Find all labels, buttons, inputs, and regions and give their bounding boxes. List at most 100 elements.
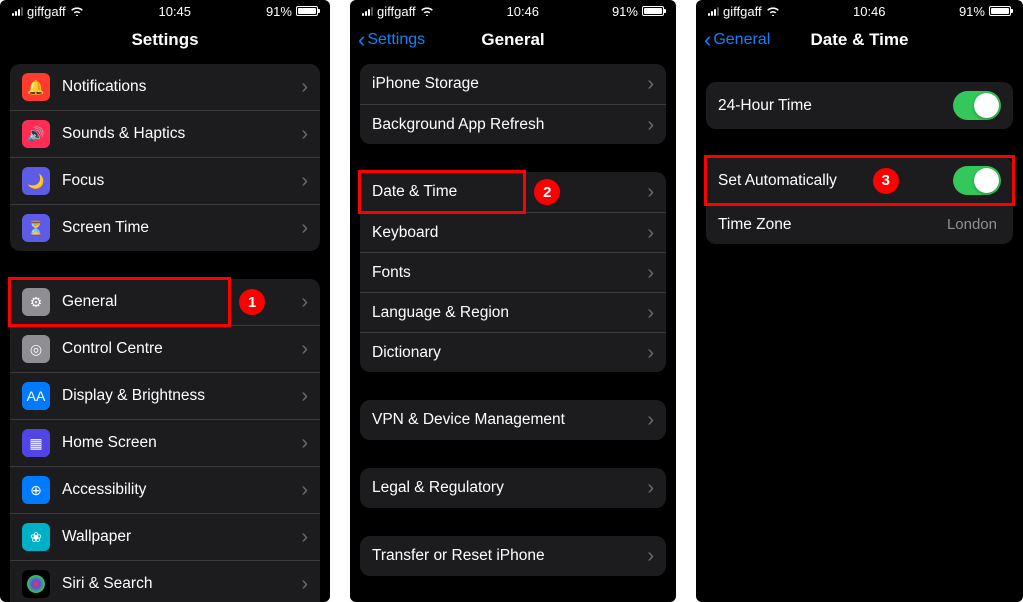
wifi-icon <box>766 6 780 16</box>
list-item-label: Set Automatically <box>718 172 953 190</box>
list-item-value: London <box>947 216 997 233</box>
chevron-right-icon: › <box>647 182 654 202</box>
toggle-switch[interactable] <box>953 91 1001 120</box>
chevron-right-icon: › <box>301 339 308 359</box>
title-bar: Settings <box>0 22 330 58</box>
status-bar: giffgaff 10:45 91% <box>0 0 330 22</box>
title-bar: ‹ General Date & Time <box>696 22 1023 58</box>
battery-icon <box>296 6 318 16</box>
status-time: 10:46 <box>853 4 886 19</box>
list-item[interactable]: 🌙Focus› <box>10 157 320 204</box>
list-item[interactable]: ⏳Screen Time› <box>10 204 320 251</box>
list-item-label: General <box>62 293 301 311</box>
list-item[interactable]: ❀ Wallpaper› <box>10 513 320 560</box>
list-item-label: iPhone Storage <box>372 75 647 93</box>
general-screen: giffgaff 10:46 91% ‹ Settings General iP… <box>350 0 676 602</box>
datetime-group-1: 24-Hour Time <box>706 82 1013 129</box>
chevron-right-icon: › <box>647 478 654 498</box>
general-group-3: VPN & Device Management› <box>360 400 666 440</box>
settings-screen: giffgaff 10:45 91% Settings 🔔Notificatio… <box>0 0 330 602</box>
list-item[interactable]: ⊕Accessibility› <box>10 466 320 513</box>
sounds-haptics-icon: 🔊 <box>22 120 50 148</box>
list-item-label: Focus <box>62 172 301 190</box>
list-item[interactable]: ⚙General› <box>10 279 320 325</box>
badge-3: 3 <box>882 172 890 189</box>
battery-icon <box>642 6 664 16</box>
chevron-right-icon: › <box>647 303 654 323</box>
chevron-right-icon: › <box>647 263 654 283</box>
list-item[interactable]: Date & Time› <box>360 172 666 212</box>
chevron-right-icon: › <box>301 386 308 406</box>
list-item[interactable]: Siri & Search› <box>10 560 320 602</box>
chevron-right-icon: › <box>301 292 308 312</box>
list-item[interactable]: 🔔Notifications› <box>10 64 320 110</box>
datetime-screen: giffgaff 10:46 91% ‹ General Date & Time… <box>696 0 1023 602</box>
home-screen-icon: ▦ <box>22 429 50 457</box>
list-item-label: Background App Refresh <box>372 116 647 134</box>
list-item-label: Home Screen <box>62 434 301 452</box>
settings-group-2: ⚙General›◎Control Centre›AADisplay & Bri… <box>10 279 320 602</box>
list-item[interactable]: Set Automatically <box>706 157 1013 204</box>
list-item[interactable]: Language & Region› <box>360 292 666 332</box>
back-button[interactable]: ‹ General <box>704 31 770 49</box>
list-item[interactable]: ◎Control Centre› <box>10 325 320 372</box>
list-item[interactable]: iPhone Storage› <box>360 64 666 104</box>
chevron-right-icon: › <box>647 74 654 94</box>
list-item[interactable]: 🔊Sounds & Haptics› <box>10 110 320 157</box>
list-item[interactable]: Fonts› <box>360 252 666 292</box>
list-item-label: Siri & Search <box>62 575 301 593</box>
list-item[interactable]: 24-Hour Time <box>706 82 1013 129</box>
status-bar: giffgaff 10:46 91% <box>696 0 1023 22</box>
display-brightness-icon: AA <box>22 382 50 410</box>
list-item[interactable]: Background App Refresh› <box>360 104 666 144</box>
list-item[interactable]: Dictionary› <box>360 332 666 372</box>
wallpaper-icon: ❀ <box>22 523 50 551</box>
chevron-right-icon: › <box>301 433 308 453</box>
focus-icon: 🌙 <box>22 167 50 195</box>
toggle-switch[interactable] <box>953 166 1001 195</box>
general-group-5: Transfer or Reset iPhone› <box>360 536 666 576</box>
list-item[interactable]: ▦ Home Screen› <box>10 419 320 466</box>
chevron-right-icon: › <box>647 410 654 430</box>
list-item-label: Transfer or Reset iPhone <box>372 547 647 565</box>
status-time: 10:46 <box>506 4 539 19</box>
list-item-label: Fonts <box>372 264 647 282</box>
list-item[interactable]: AADisplay & Brightness› <box>10 372 320 419</box>
list-item[interactable]: VPN & Device Management› <box>360 400 666 440</box>
list-item-label: Time Zone <box>718 216 947 234</box>
chevron-right-icon: › <box>301 574 308 594</box>
list-item-label: Language & Region <box>372 304 647 322</box>
list-item-label: Keyboard <box>372 224 647 242</box>
list-item-label: Sounds & Haptics <box>62 125 301 143</box>
general-group-2: Date & Time›Keyboard›Fonts›Language & Re… <box>360 172 666 372</box>
page-title: Date & Time <box>811 30 909 50</box>
list-item-label: Accessibility <box>62 481 301 499</box>
datetime-group-2: Set Automatically Time ZoneLondon <box>706 157 1013 244</box>
list-item[interactable]: Keyboard› <box>360 212 666 252</box>
siri-search-icon <box>22 570 50 598</box>
status-bar: giffgaff 10:46 91% <box>350 0 676 22</box>
back-label: General <box>713 31 770 49</box>
chevron-right-icon: › <box>301 527 308 547</box>
chevron-right-icon: › <box>647 343 654 363</box>
list-item-label: Dictionary <box>372 344 647 362</box>
back-button[interactable]: ‹ Settings <box>358 31 425 49</box>
carrier-name: giffgaff <box>723 4 762 19</box>
battery-icon <box>989 6 1011 16</box>
carrier-name: giffgaff <box>377 4 416 19</box>
list-item[interactable]: Legal & Regulatory› <box>360 468 666 508</box>
battery-percent: 91% <box>266 4 292 19</box>
screen-time-icon: ⏳ <box>22 214 50 242</box>
list-item[interactable]: Transfer or Reset iPhone› <box>360 536 666 576</box>
signal-icon <box>708 7 719 16</box>
list-item[interactable]: Time ZoneLondon <box>706 204 1013 244</box>
battery-percent: 91% <box>959 4 985 19</box>
wifi-icon <box>70 6 84 16</box>
accessibility-icon: ⊕ <box>22 476 50 504</box>
chevron-right-icon: › <box>647 223 654 243</box>
settings-group-1: 🔔Notifications›🔊Sounds & Haptics›🌙Focus›… <box>10 64 320 251</box>
notifications-icon: 🔔 <box>22 73 50 101</box>
carrier-name: giffgaff <box>27 4 66 19</box>
signal-icon <box>362 7 373 16</box>
list-item-label: Wallpaper <box>62 528 301 546</box>
